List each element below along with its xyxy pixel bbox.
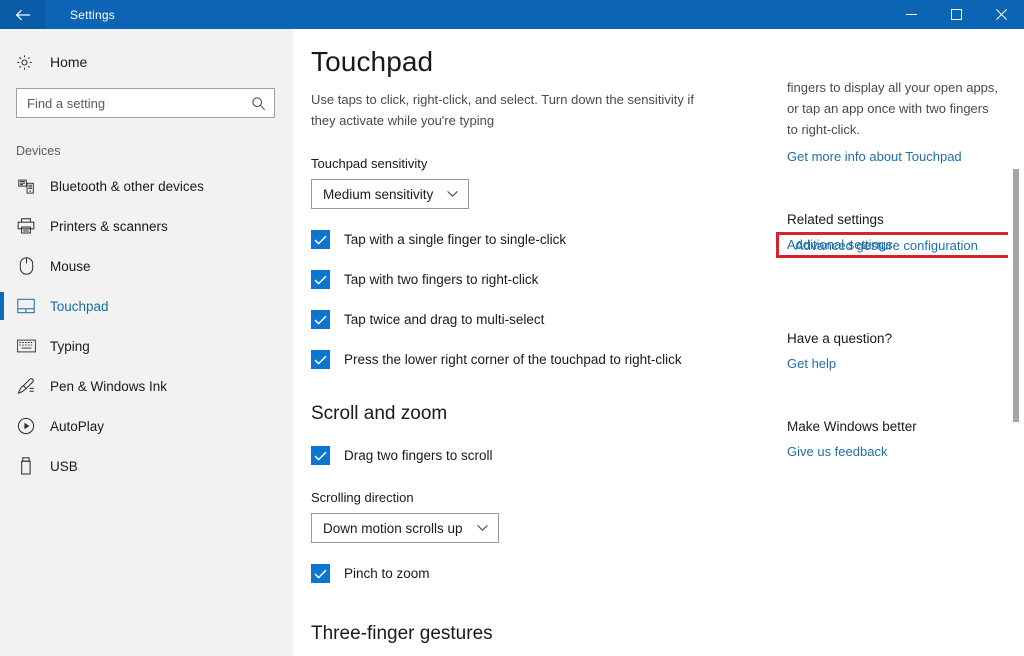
checkbox-label: Drag two fingers to scroll xyxy=(344,448,493,463)
autoplay-icon xyxy=(16,416,36,436)
checkbox-label: Tap twice and drag to multi-select xyxy=(344,312,544,327)
search-box[interactable] xyxy=(16,88,275,118)
page-description: Use taps to click, right-click, and sele… xyxy=(311,89,711,131)
search-input[interactable] xyxy=(27,96,251,111)
chevron-down-icon xyxy=(447,190,458,198)
checkbox-checked-icon[interactable] xyxy=(311,270,330,289)
maximize-icon xyxy=(951,9,962,20)
scrolling-direction-dropdown[interactable]: Down motion scrolls up xyxy=(311,513,499,543)
scrollbar-thumb[interactable] xyxy=(1013,169,1019,422)
related-settings-heading: Related settings xyxy=(787,212,1006,227)
settings-window: Settings xyxy=(0,0,1024,656)
highlight-annotation-box: Advanced gesture configuration xyxy=(776,232,1012,258)
printer-icon xyxy=(16,216,36,236)
checkbox-row-lower-right-corner[interactable]: Press the lower right corner of the touc… xyxy=(311,350,771,369)
mouse-icon xyxy=(16,256,36,276)
give-us-feedback-link[interactable]: Give us feedback xyxy=(787,444,887,459)
section-heading-three-finger-gestures: Three-finger gestures xyxy=(311,623,771,645)
sidebar-item-touchpad[interactable]: Touchpad xyxy=(0,286,293,326)
sidebar-item-label: AutoPlay xyxy=(50,419,104,434)
touchpad-intro-text: fingers to display all your open apps, o… xyxy=(787,77,1002,140)
keyboard-icon xyxy=(16,336,36,356)
vertical-scrollbar[interactable] xyxy=(1008,29,1024,656)
checkbox-row-pinch-to-zoom[interactable]: Pinch to zoom xyxy=(311,564,771,583)
sidebar-item-bluetooth-other-devices[interactable]: Bluetooth & other devices xyxy=(0,166,293,206)
right-panel: fingers to display all your open apps, o… xyxy=(771,29,1024,656)
main-content: Touchpad Use taps to click, right-click,… xyxy=(293,29,771,656)
sidebar-item-label: Typing xyxy=(50,339,90,354)
checkbox-row-tap-single-finger[interactable]: Tap with a single finger to single-click xyxy=(311,230,771,249)
sensitivity-dropdown[interactable]: Medium sensitivity xyxy=(311,179,469,209)
title-bar: Settings xyxy=(0,0,1024,29)
app-title: Settings xyxy=(70,8,115,22)
checkbox-checked-icon[interactable] xyxy=(311,230,330,249)
checkbox-label: Pinch to zoom xyxy=(344,566,430,581)
checkbox-row-tap-twice-drag[interactable]: Tap twice and drag to multi-select xyxy=(311,310,771,329)
back-arrow-icon xyxy=(15,8,31,22)
sidebar: Home Devices xyxy=(0,29,293,656)
scrolling-direction-label: Scrolling direction xyxy=(311,490,771,505)
touchpad-icon xyxy=(16,296,36,316)
sidebar-item-pen-windows-ink[interactable]: Pen & Windows Ink xyxy=(0,366,293,406)
sidebar-item-label: Touchpad xyxy=(50,299,109,314)
sidebar-group-title: Devices xyxy=(16,144,293,158)
get-help-link[interactable]: Get help xyxy=(787,356,836,371)
page-title: Touchpad xyxy=(311,46,771,78)
minimize-button[interactable] xyxy=(889,0,934,29)
window-body: Home Devices xyxy=(0,29,1024,656)
checkbox-row-tap-two-fingers[interactable]: Tap with two fingers to right-click xyxy=(311,270,771,289)
checkbox-row-drag-two-fingers-scroll[interactable]: Drag two fingers to scroll xyxy=(311,446,771,465)
search-icon[interactable] xyxy=(251,96,266,111)
minimize-icon xyxy=(906,9,917,20)
sidebar-item-label: Mouse xyxy=(50,259,91,274)
close-icon xyxy=(996,9,1007,20)
checkbox-checked-icon[interactable] xyxy=(311,564,330,583)
sidebar-item-label: Bluetooth & other devices xyxy=(50,179,204,194)
sidebar-item-typing[interactable]: Typing xyxy=(0,326,293,366)
checkbox-checked-icon[interactable] xyxy=(311,350,330,369)
close-button[interactable] xyxy=(979,0,1024,29)
sidebar-item-home[interactable]: Home xyxy=(0,48,293,76)
checkbox-label: Tap with two fingers to right-click xyxy=(344,272,538,287)
maximize-button[interactable] xyxy=(934,0,979,29)
sidebar-item-usb[interactable]: USB xyxy=(0,446,293,486)
chevron-down-icon xyxy=(477,524,488,532)
checkbox-checked-icon[interactable] xyxy=(311,446,330,465)
sidebar-item-label: Pen & Windows Ink xyxy=(50,379,167,394)
usb-icon xyxy=(16,456,36,476)
sensitivity-value: Medium sensitivity xyxy=(323,187,433,202)
sidebar-item-autoplay[interactable]: AutoPlay xyxy=(0,406,293,446)
bluetooth-devices-icon xyxy=(16,176,36,196)
pen-icon xyxy=(16,376,36,396)
sidebar-item-printers-scanners[interactable]: Printers & scanners xyxy=(0,206,293,246)
checkbox-checked-icon[interactable] xyxy=(311,310,330,329)
have-a-question-heading: Have a question? xyxy=(787,331,1006,346)
sensitivity-label: Touchpad sensitivity xyxy=(311,156,771,171)
back-button[interactable] xyxy=(0,0,46,29)
make-windows-better-heading: Make Windows better xyxy=(787,419,1006,434)
checkbox-label: Press the lower right corner of the touc… xyxy=(344,352,682,367)
scrolling-direction-value: Down motion scrolls up xyxy=(323,521,463,536)
gear-icon xyxy=(16,54,38,71)
advanced-gesture-configuration-link[interactable]: Advanced gesture configuration xyxy=(795,238,978,253)
checkbox-label: Tap with a single finger to single-click xyxy=(344,232,566,247)
sidebar-item-label: USB xyxy=(50,459,78,474)
sidebar-item-label: Printers & scanners xyxy=(50,219,168,234)
window-controls xyxy=(889,0,1024,29)
get-more-info-link[interactable]: Get more info about Touchpad xyxy=(787,149,962,164)
sidebar-item-mouse[interactable]: Mouse xyxy=(0,246,293,286)
section-heading-scroll-and-zoom: Scroll and zoom xyxy=(311,403,771,425)
home-label: Home xyxy=(50,54,87,70)
